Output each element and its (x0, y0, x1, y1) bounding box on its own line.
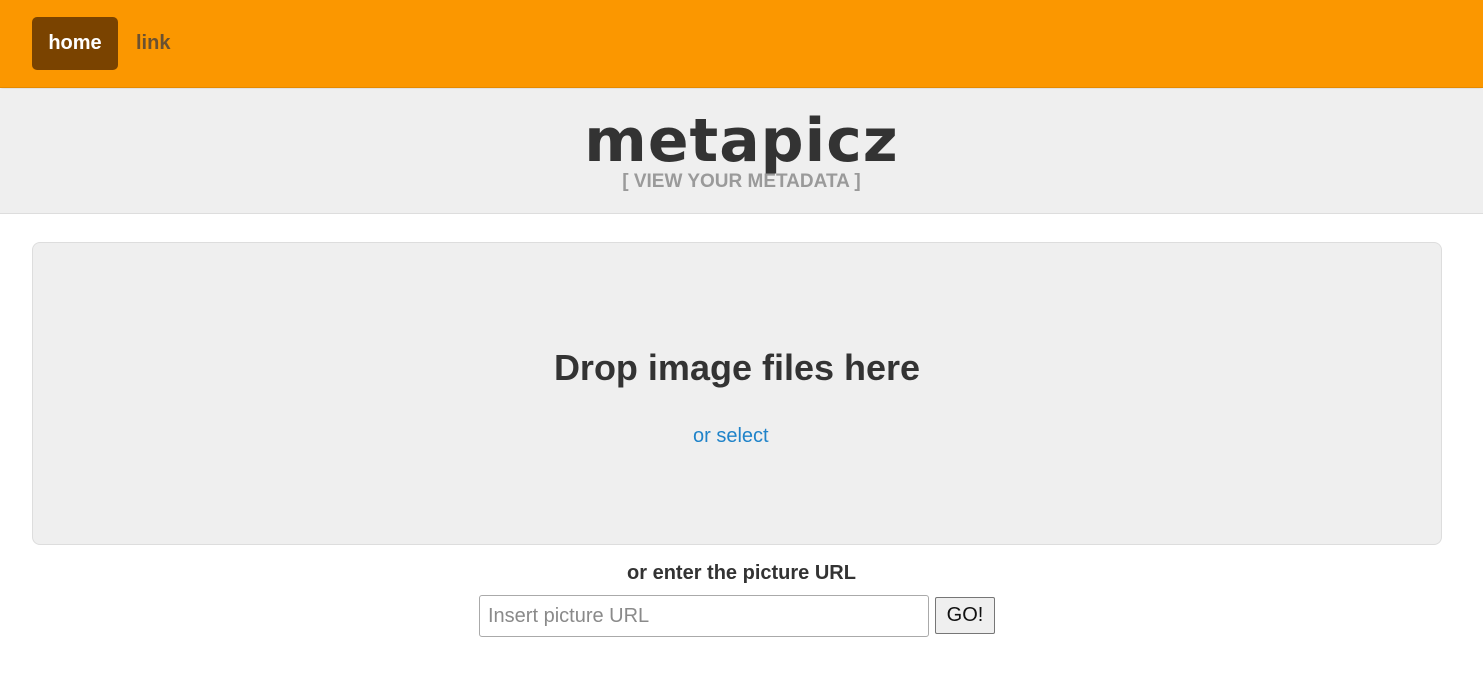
image-dropzone[interactable]: Drop image files here or select (32, 242, 1442, 545)
hero-banner: metapicz [ VIEW YOUR METADATA ] (0, 89, 1483, 214)
site-logo-text: metapicz (584, 106, 899, 176)
nav-item-link[interactable]: link (136, 17, 170, 70)
site-tagline: [ VIEW YOUR METADATA ] (622, 171, 861, 192)
select-file-link[interactable]: or select (693, 423, 769, 449)
url-form-label: or enter the picture URL (627, 562, 856, 584)
go-button[interactable]: GO! (935, 597, 995, 634)
nav-item-home[interactable]: home (32, 17, 118, 70)
picture-url-input[interactable] (479, 595, 929, 637)
navbar: home link (0, 0, 1483, 88)
dropzone-title: Drop image files here (553, 347, 921, 388)
